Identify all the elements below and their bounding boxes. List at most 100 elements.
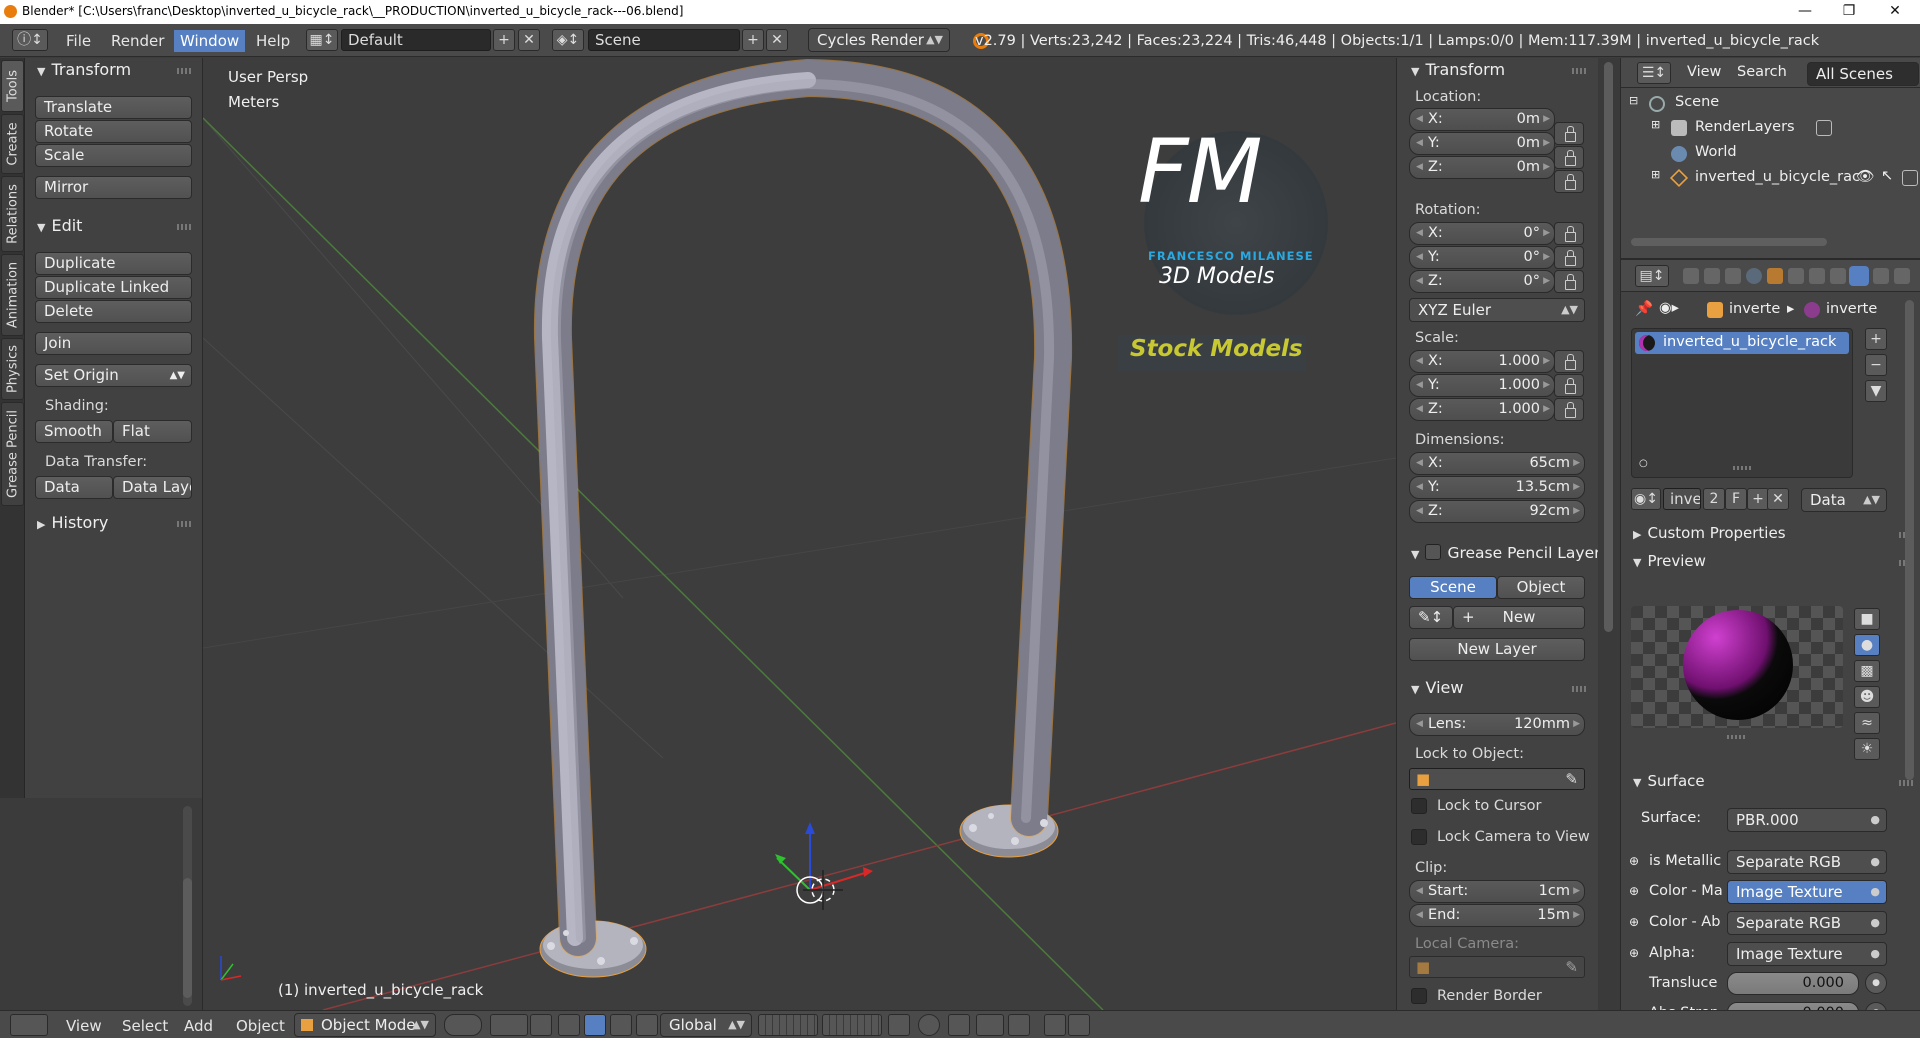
outliner-item-world[interactable]: World xyxy=(1695,144,1737,160)
outliner-editor-icon[interactable]: ☰↕ xyxy=(1637,62,1671,84)
snap-toggle-icon[interactable] xyxy=(948,1014,970,1036)
add-scene-icon[interactable]: + xyxy=(742,29,764,51)
outliner-item-renderlayers[interactable]: RenderLayers xyxy=(1695,119,1795,135)
duplicate-linked-button[interactable]: Duplicate Linked xyxy=(35,276,192,299)
close-icon[interactable]: ✕ xyxy=(1872,0,1918,24)
input-link-alpha[interactable]: Image Texture ● xyxy=(1727,942,1887,966)
render-border-checkbox[interactable] xyxy=(1411,988,1427,1004)
lock-rotation-x-icon[interactable] xyxy=(1554,222,1584,245)
expand-input-icon[interactable]: ⊕ xyxy=(1629,915,1639,929)
lock-location-z-icon[interactable] xyxy=(1554,170,1584,193)
render-engine-select[interactable]: Cycles Render ▲▼ xyxy=(808,28,950,52)
material-specials-icon[interactable]: ▼ xyxy=(1865,380,1887,402)
maximize-icon[interactable]: ❐ xyxy=(1826,0,1872,24)
tab-animation[interactable]: Animation xyxy=(1,254,24,336)
panel-grip-icon[interactable] xyxy=(177,521,191,527)
delete-button[interactable]: Delete xyxy=(35,300,192,323)
new-material-icon[interactable]: + xyxy=(1747,488,1769,510)
grease-pencil-layer-header[interactable]: ▼ Grease Pencil Layer xyxy=(1411,542,1601,562)
lock-cursor-checkbox[interactable] xyxy=(1411,798,1427,814)
outliner-item-object[interactable]: inverted_u_bicycle_rac xyxy=(1695,169,1860,185)
panel-grip-icon[interactable] xyxy=(177,68,191,74)
gp-new-button[interactable]: + New xyxy=(1453,606,1585,629)
breadcrumb-material[interactable]: inverte xyxy=(1826,301,1877,317)
rotate-button[interactable]: Rotate xyxy=(35,120,192,143)
smooth-button[interactable]: Smooth xyxy=(35,420,113,443)
expand-icon[interactable]: ⊞ xyxy=(1651,118,1660,131)
lock-camera-checkbox[interactable] xyxy=(1411,829,1427,845)
material-name-field[interactable]: inve xyxy=(1663,488,1701,510)
breadcrumb-object[interactable]: inverte xyxy=(1729,301,1780,317)
properties-scrollbar[interactable] xyxy=(1905,300,1914,780)
preview-resize-grip[interactable] xyxy=(1727,735,1745,739)
outliner-search-menu[interactable]: Search xyxy=(1737,64,1787,80)
scale-button[interactable]: Scale xyxy=(35,144,192,167)
material-users-button[interactable]: 2 xyxy=(1703,488,1725,510)
object-tab-icon[interactable] xyxy=(1767,268,1783,284)
location-z-field[interactable]: ◀ Z: 0m ▶ xyxy=(1409,156,1555,179)
render-camera-icon[interactable] xyxy=(1902,170,1918,186)
outliner-hscrollbar[interactable] xyxy=(1631,238,1827,246)
renderlayer-toggle-icon[interactable] xyxy=(1816,120,1832,136)
lock-scale-z-icon[interactable] xyxy=(1554,398,1584,421)
select-menu[interactable]: Select xyxy=(122,1017,168,1035)
dimension-z-field[interactable]: ◀ Z: 92cm ▶ xyxy=(1409,500,1585,523)
outliner-item-scene[interactable]: Scene xyxy=(1675,94,1719,110)
tab-create[interactable]: Create xyxy=(1,114,24,174)
data-tab-icon[interactable] xyxy=(1830,268,1846,284)
history-panel-header[interactable]: ▶ History xyxy=(37,513,108,532)
pivot-point-icon[interactable] xyxy=(490,1014,528,1036)
snap-element-icon[interactable] xyxy=(976,1014,1004,1036)
gp-pencil-icon[interactable]: ✎↕ xyxy=(1409,606,1453,629)
lock-scale-x-icon[interactable] xyxy=(1554,350,1584,373)
add-screen-icon[interactable]: + xyxy=(493,29,515,51)
preview-cube-icon[interactable]: ▩ xyxy=(1854,660,1880,682)
preview-hair-icon[interactable]: ≈ xyxy=(1854,712,1880,734)
rotation-mode-select[interactable]: XYZ Euler ▲▼ xyxy=(1409,298,1585,322)
object-mode-select[interactable]: Object Mode ▲▼ xyxy=(294,1013,436,1037)
rotation-y-field[interactable]: ◀ Y: 0° ▶ xyxy=(1409,246,1555,269)
panel-grip-icon[interactable] xyxy=(1899,780,1913,786)
world-tab-icon[interactable] xyxy=(1746,268,1762,284)
modifiers-tab-icon[interactable] xyxy=(1809,268,1825,284)
dimension-y-field[interactable]: ◀ Y: 13.5cm ▶ xyxy=(1409,476,1585,499)
scale-manipulator-icon[interactable] xyxy=(610,1014,632,1036)
mirror-button[interactable]: Mirror xyxy=(35,176,192,199)
npanel-transform-header[interactable]: ▼ Transform xyxy=(1411,60,1505,79)
3d-viewport[interactable]: User Persp Meters (1) inverted_u_bicycle… xyxy=(203,58,1396,1010)
rotate-manipulator-icon[interactable] xyxy=(584,1014,606,1036)
panel-grip-icon[interactable] xyxy=(177,224,191,230)
select-cursor-icon[interactable]: ↖ xyxy=(1881,168,1893,184)
transluce-slider[interactable]: 0.000 xyxy=(1727,972,1859,995)
object-menu[interactable]: Object xyxy=(236,1017,285,1035)
tab-grease-pencil[interactable]: Grease Pencil xyxy=(1,402,24,506)
surface-shader-select[interactable]: PBR.000 ● xyxy=(1727,808,1887,832)
expand-input-icon[interactable]: ⊕ xyxy=(1629,884,1639,898)
visibility-eye-icon[interactable]: 👁 xyxy=(1856,168,1874,185)
scale-x-field[interactable]: ◀ X: 1.000 ▶ xyxy=(1409,350,1555,373)
translate-button[interactable]: Translate xyxy=(35,96,192,119)
translate-manipulator-icon[interactable] xyxy=(558,1014,580,1036)
preview-header[interactable]: ▼ Preview xyxy=(1633,552,1706,570)
preview-sky-icon[interactable]: ☀ xyxy=(1854,738,1880,760)
gp-scene-button[interactable]: Scene xyxy=(1409,576,1497,599)
menu-help[interactable]: Help xyxy=(250,30,296,52)
duplicate-button[interactable]: Duplicate xyxy=(35,252,192,275)
gp-object-button[interactable]: Object xyxy=(1497,576,1585,599)
preview-sphere-icon[interactable]: ● xyxy=(1854,634,1880,656)
input-link-metallic[interactable]: Separate RGB ● xyxy=(1727,850,1887,874)
list-resize-grip[interactable] xyxy=(1733,466,1751,470)
remove-material-slot-icon[interactable]: − xyxy=(1865,354,1887,376)
preview-monkey-icon[interactable]: ☻ xyxy=(1854,686,1880,708)
fake-user-button[interactable]: F xyxy=(1725,488,1747,510)
editor-type-icon[interactable] xyxy=(10,1014,48,1036)
view-menu[interactable]: View xyxy=(66,1017,102,1035)
panel-grip-icon[interactable] xyxy=(1572,686,1586,692)
location-x-field[interactable]: ◀ X: 0m ▶ xyxy=(1409,108,1555,131)
lock-object-field[interactable]: ■ ✎ xyxy=(1409,768,1585,790)
scale-z-field[interactable]: ◀ Z: 1.000 ▶ xyxy=(1409,398,1555,421)
menu-file[interactable]: File xyxy=(60,30,97,52)
transform-orientation-select[interactable]: Global ▲▼ xyxy=(660,1013,752,1037)
screen-layout-icon[interactable]: ▦↕ xyxy=(306,29,338,51)
material-link-select[interactable]: Data ▲▼ xyxy=(1801,488,1887,512)
